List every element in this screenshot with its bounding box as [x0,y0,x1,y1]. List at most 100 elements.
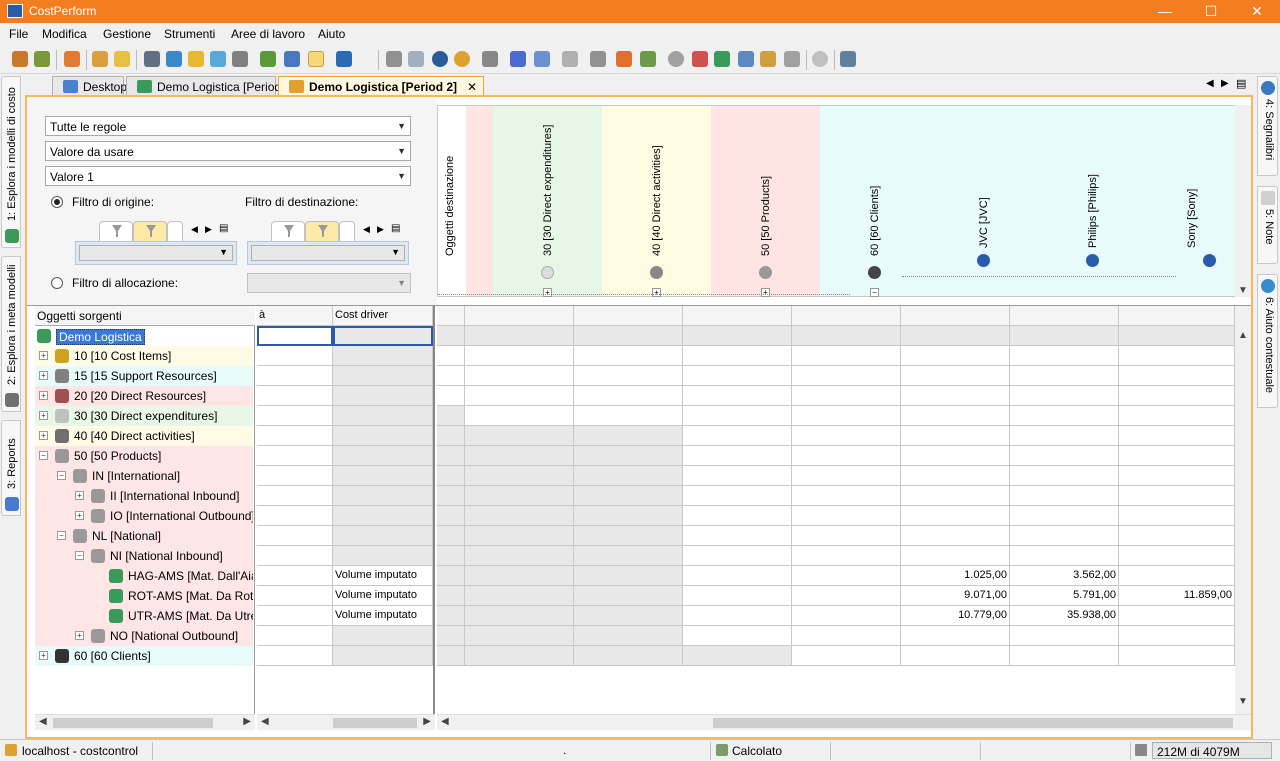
driver-col-a-cell[interactable] [257,326,333,346]
tab-scroll-left-icon[interactable]: ◀ [1206,78,1214,89]
scroll-up-icon[interactable]: ▲ [1238,330,1248,341]
matrix-cell[interactable] [901,486,1010,506]
matrix-cell[interactable]: 11.859,00 [1119,586,1235,606]
stack-icon[interactable] [232,51,248,67]
menu-gestione[interactable]: Gestione [103,27,151,41]
matrix-cell[interactable] [465,506,574,526]
matrix-cell[interactable] [901,326,1010,346]
matrix-cell[interactable] [465,426,574,446]
driver-col-a-cell[interactable] [257,466,333,486]
driver-hscroll[interactable]: ◀ ▶ [257,714,435,730]
matrix-cell[interactable] [1010,346,1119,366]
matrix-cell[interactable] [465,366,574,386]
matrix-cell[interactable] [465,386,574,406]
tab-scroll-right-icon[interactable]: ▶ [1221,78,1229,89]
matrix-cell[interactable] [1119,326,1235,346]
matrix-cell[interactable] [437,326,465,346]
tree-row[interactable]: HAG-AMS [Mat. Dall'Aia] [35,566,253,586]
matrix-cell[interactable] [574,606,683,626]
matrix-cell[interactable] [792,426,901,446]
matrix-cell[interactable] [792,466,901,486]
origin-filter-tab-1[interactable] [99,221,133,241]
scroll-thumb[interactable] [713,718,1233,728]
matrix-cell[interactable] [901,426,1010,446]
matrix-cell[interactable] [683,326,792,346]
target-icon[interactable] [668,51,684,67]
cost-driver-cell[interactable] [333,526,433,546]
menu-aiuto[interactable]: Aiuto [318,27,345,41]
matrix-cell[interactable] [1119,486,1235,506]
cost-driver-cell[interactable] [333,506,433,526]
scroll-down-icon[interactable]: ▼ [1238,696,1248,707]
document-icon[interactable] [284,51,300,67]
cylinder-icon[interactable] [534,51,550,67]
matrix-cell[interactable] [437,586,465,606]
matrix-cell[interactable] [465,566,574,586]
doc-tab-demo-logistica-2[interactable]: Demo Logistica [Period 2] ✕ [278,76,484,96]
matrix-cell[interactable] [437,466,465,486]
dest-filter-select[interactable]: ▼ [251,245,405,261]
matrix-cell[interactable] [465,526,574,546]
tree-root[interactable]: Demo Logistica [35,326,253,346]
tree-row[interactable]: + II [International Inbound] [35,486,253,506]
driver-col-a-cell[interactable] [257,506,333,526]
matrix-cell[interactable] [437,386,465,406]
cube-icon[interactable] [714,51,730,67]
collapse-icon[interactable]: − [39,451,48,460]
matrix-cell[interactable] [901,526,1010,546]
matrix-cell[interactable] [683,346,792,366]
matrix-cell[interactable] [465,466,574,486]
cost-driver-cell[interactable] [333,466,433,486]
tree-row[interactable]: +40 [40 Direct activities] [35,426,253,446]
user-icon[interactable] [92,51,108,67]
tool-icon-2[interactable] [34,51,50,67]
driver-col-a-cell[interactable] [257,426,333,446]
matrix-cell[interactable] [437,526,465,546]
matrix-cell[interactable] [901,546,1010,566]
matrix-cell[interactable] [1010,406,1119,426]
expand-icon[interactable]: + [39,351,48,360]
menu-file[interactable]: File [9,27,28,41]
matrix-cell[interactable] [1119,566,1235,586]
matrix-cell[interactable] [574,326,683,346]
matrix-cell[interactable] [465,626,574,646]
tree-hscroll[interactable]: ◀ ▶ [35,714,255,730]
matrix-cell[interactable] [437,346,465,366]
tree-row[interactable]: − NL [National] [35,526,253,546]
header-vscroll[interactable]: ▼ [1235,105,1251,297]
search-icon[interactable] [408,51,424,67]
scroll-thumb[interactable] [53,718,213,728]
tree-row[interactable]: UTR-AMS [Mat. Da Utrech [35,606,253,626]
cost-driver-cell[interactable] [333,366,433,386]
diamond-icon[interactable] [210,51,226,67]
cost-driver-cell[interactable] [333,406,433,426]
origin-filter-tab-2[interactable] [133,221,167,241]
expand-icon[interactable]: + [75,511,84,520]
matrix-cell[interactable] [574,646,683,666]
pointer-icon[interactable] [482,51,498,67]
matrix-cell[interactable] [1010,366,1119,386]
matrix-cell[interactable] [901,466,1010,486]
matrix-cell[interactable] [683,366,792,386]
matrix-cell[interactable] [574,526,683,546]
matrix-cell[interactable] [465,326,574,346]
driver-col-a-cell[interactable] [257,526,333,546]
matrix-cell[interactable] [901,446,1010,466]
matrix-cell[interactable] [683,386,792,406]
menu-strumenti[interactable]: Strumenti [164,27,215,41]
dest-filter-tab-1[interactable] [271,221,305,241]
globe-icon[interactable] [432,51,448,67]
scroll-right-icon[interactable]: ▶ [423,716,431,727]
matrix-cell[interactable] [437,566,465,586]
matrix-cell[interactable] [1119,446,1235,466]
matrix-cell[interactable]: 35.938,00 [1010,606,1119,626]
matrix-cell[interactable] [1010,386,1119,406]
tab-aiuto-contestuale[interactable]: 6: Aiuto contestuale [1257,274,1278,408]
cost-driver-cell[interactable]: Volume imputato [333,566,433,586]
driver-col-a-cell[interactable] [257,406,333,426]
cost-driver-cell[interactable] [333,426,433,446]
dest-col-50[interactable]: 50 [50 Products] + [711,114,820,304]
matrix-cell[interactable] [574,486,683,506]
book-icon[interactable] [260,51,276,67]
matrix-cell[interactable] [683,646,792,666]
